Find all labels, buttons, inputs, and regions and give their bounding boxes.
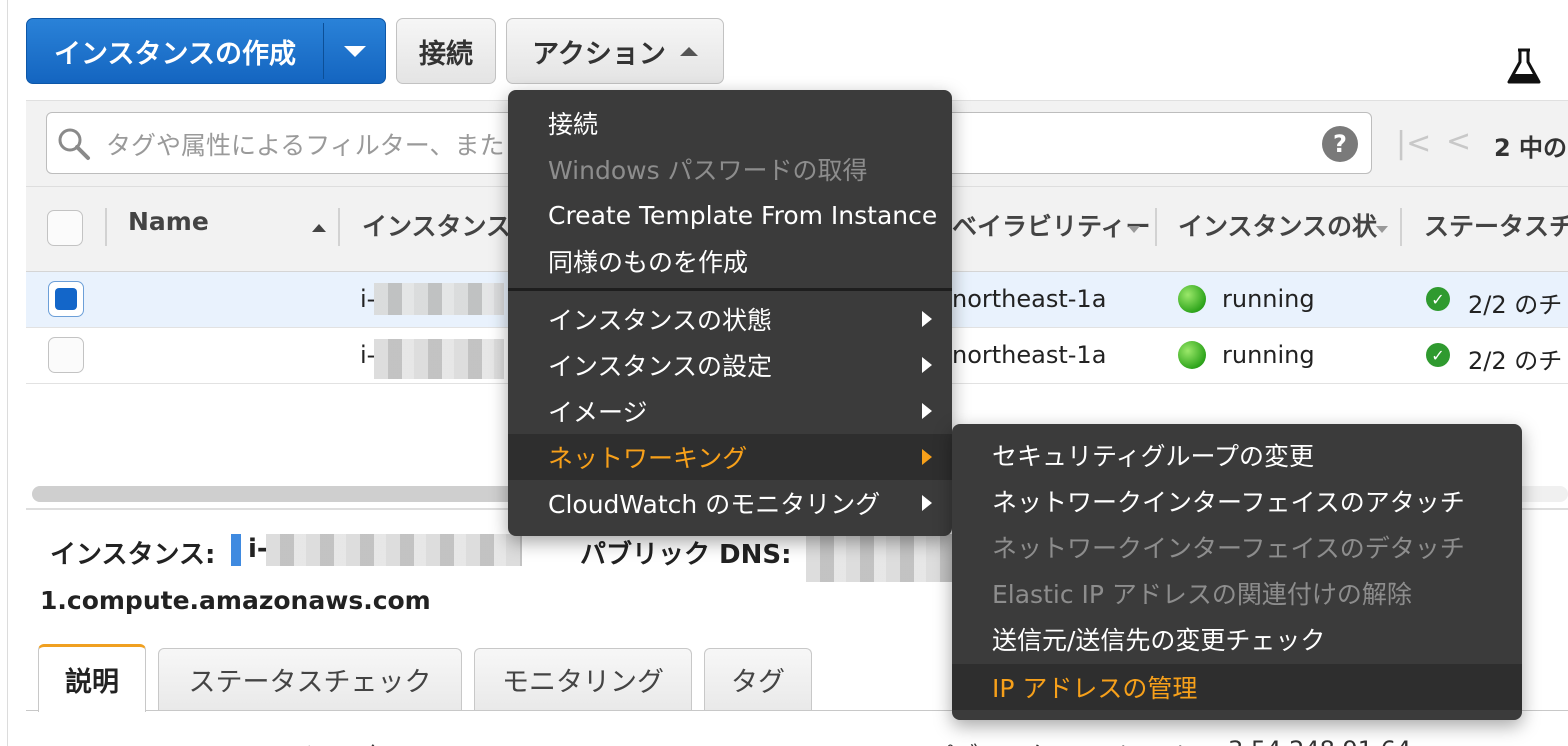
availability-zone-cell: northeast-1a [952,341,1107,369]
instance-color-marker [231,534,241,566]
menu-item-label: イメージ [548,398,648,427]
menu-item-label: ネットワークインターフェイスのデタッチ [992,534,1465,563]
menu-item-connect[interactable]: 接続 [508,100,952,146]
menu-item-cloudwatch-monitoring[interactable]: CloudWatch のモニタリング [508,480,952,526]
menu-item-label: Create Template From Instance [548,200,938,230]
menu-item-label: ネットワーキング [548,444,748,473]
redacted-instance-id [374,339,504,379]
menu-item-label: Elastic IP アドレスの関連付けの解除 [992,580,1412,609]
create-instance-button[interactable]: インスタンスの作成 [27,19,323,83]
column-separator [1155,208,1157,246]
instance-state-cell: running [1222,341,1315,369]
menu-item-create-template[interactable]: Create Template From Instance [508,192,952,238]
detail-field-label: パブリック DNS (IPv4) [930,736,1187,746]
create-instance-dropdown-button[interactable] [324,19,386,83]
create-instance-split-button[interactable]: インスタンスの作成 [26,18,386,84]
column-header-availability-zone[interactable]: ベイラビリティー [952,207,1151,243]
menu-item-label: ネットワークインターフェイスのアタッチ [992,488,1465,517]
status-running-icon [1178,285,1206,313]
detail-field-value: 3.54.248.91.64 [1228,736,1411,746]
column-header-name[interactable]: Name [128,207,209,236]
status-checks-cell[interactable]: 2/2 のチ [1468,341,1562,376]
column-header-status-checks[interactable]: ステータスチ [1424,207,1568,243]
redacted-instance-id [266,534,522,566]
submenu-arrow-icon [922,357,932,373]
detail-field-label: インスタンス ID [290,736,466,746]
menu-item-image[interactable]: イメージ [508,388,952,434]
menu-item-change-security-groups[interactable]: セキュリティグループの変更 [952,432,1522,478]
menu-item-label: セキュリティグループの変更 [992,442,1315,471]
search-placeholder: タグや属性によるフィルター、また [106,131,505,160]
actions-menu: 接続 Windows パスワードの取得 Create Template From… [508,90,952,536]
tab-description[interactable]: 説明 [38,644,146,712]
status-check-icon: ✓ [1426,287,1450,311]
pager-first-button[interactable]: |< [1396,126,1431,161]
tab-monitoring[interactable]: モニタリング [474,648,692,710]
submenu-arrow-icon [922,449,932,465]
caret-up-icon [679,46,698,56]
connect-button[interactable]: 接続 [396,18,496,84]
public-dns-label: パブリック DNS: [580,540,792,570]
menu-item-label: CloudWatch のモニタリング [548,490,881,519]
instance-state-cell: running [1222,285,1315,313]
menu-item-instance-state[interactable]: インスタンスの状態 [508,296,952,342]
submenu-arrow-icon [922,495,932,511]
menu-item-change-source-dest-check[interactable]: 送信元/送信先の変更チェック [952,616,1522,662]
menu-item-label: インスタンスの設定 [548,352,773,381]
row-checkbox[interactable] [48,337,84,373]
availability-zone-cell: northeast-1a [952,285,1107,313]
instance-id-value: i- [248,534,268,564]
instance-label: インスタンス: [50,540,216,570]
menu-item-label: 同様のものを作成 [548,248,749,277]
tab-tags[interactable]: タグ [704,648,812,710]
menu-item-launch-more-like-this[interactable]: 同様のものを作成 [508,238,952,284]
sort-icon[interactable] [1376,226,1388,233]
menu-item-detach-network-interface: ネットワークインターフェイスのデタッチ [952,524,1522,570]
sort-icon[interactable] [1128,226,1140,233]
submenu-arrow-icon [922,311,932,327]
pager-prev-button[interactable]: < [1446,124,1471,159]
status-checks-cell[interactable]: 2/2 のチ [1468,285,1562,320]
menu-item-label: 送信元/送信先の変更チェック [992,626,1326,655]
caret-down-icon [344,45,366,57]
menu-item-label: IP アドレスの管理 [992,674,1198,703]
menu-item-manage-ip-addresses[interactable]: IP アドレスの管理 [952,664,1522,710]
menu-item-instance-settings[interactable]: インスタンスの設定 [508,342,952,388]
menu-separator [508,288,952,291]
tab-status-checks[interactable]: ステータスチェック [158,648,462,710]
redacted-instance-id [374,283,504,315]
select-all-checkbox[interactable] [47,210,83,246]
help-icon[interactable]: ? [1322,126,1358,162]
networking-submenu: セキュリティグループの変更 ネットワークインターフェイスのアタッチ ネットワーク… [952,424,1522,720]
menu-item-label: 接続 [548,110,599,139]
menu-item-get-windows-password: Windows パスワードの取得 [508,146,952,192]
column-header-instance-state[interactable]: インスタンスの状 [1178,207,1377,243]
column-separator [338,208,340,246]
menu-item-attach-network-interface[interactable]: ネットワークインターフェイスのアタッチ [952,478,1522,524]
status-running-icon [1178,341,1206,369]
page-edge-line [7,0,8,746]
column-separator [1400,208,1402,246]
sort-ascending-icon[interactable] [312,224,326,232]
menu-item-label: Windows パスワードの取得 [548,156,868,185]
actions-button-label: アクション [532,38,666,70]
flask-icon[interactable] [1506,48,1542,86]
row-checkbox[interactable] [48,281,84,317]
submenu-arrow-icon [922,403,932,419]
actions-button[interactable]: アクション [506,18,724,84]
menu-item-label: インスタンスの状態 [548,306,773,335]
menu-item-disassociate-elastic-ip: Elastic IP アドレスの関連付けの解除 [952,570,1522,616]
status-check-icon: ✓ [1426,343,1450,367]
redacted-dns [806,534,952,582]
menu-item-networking[interactable]: ネットワーキング [508,434,952,480]
public-dns-value: 1.compute.amazonaws.com [40,586,431,615]
search-icon [58,128,90,160]
column-separator [105,208,107,246]
column-header-instance-id[interactable]: インスタンス [362,207,511,243]
pager-text: 2 中の [1494,134,1568,162]
